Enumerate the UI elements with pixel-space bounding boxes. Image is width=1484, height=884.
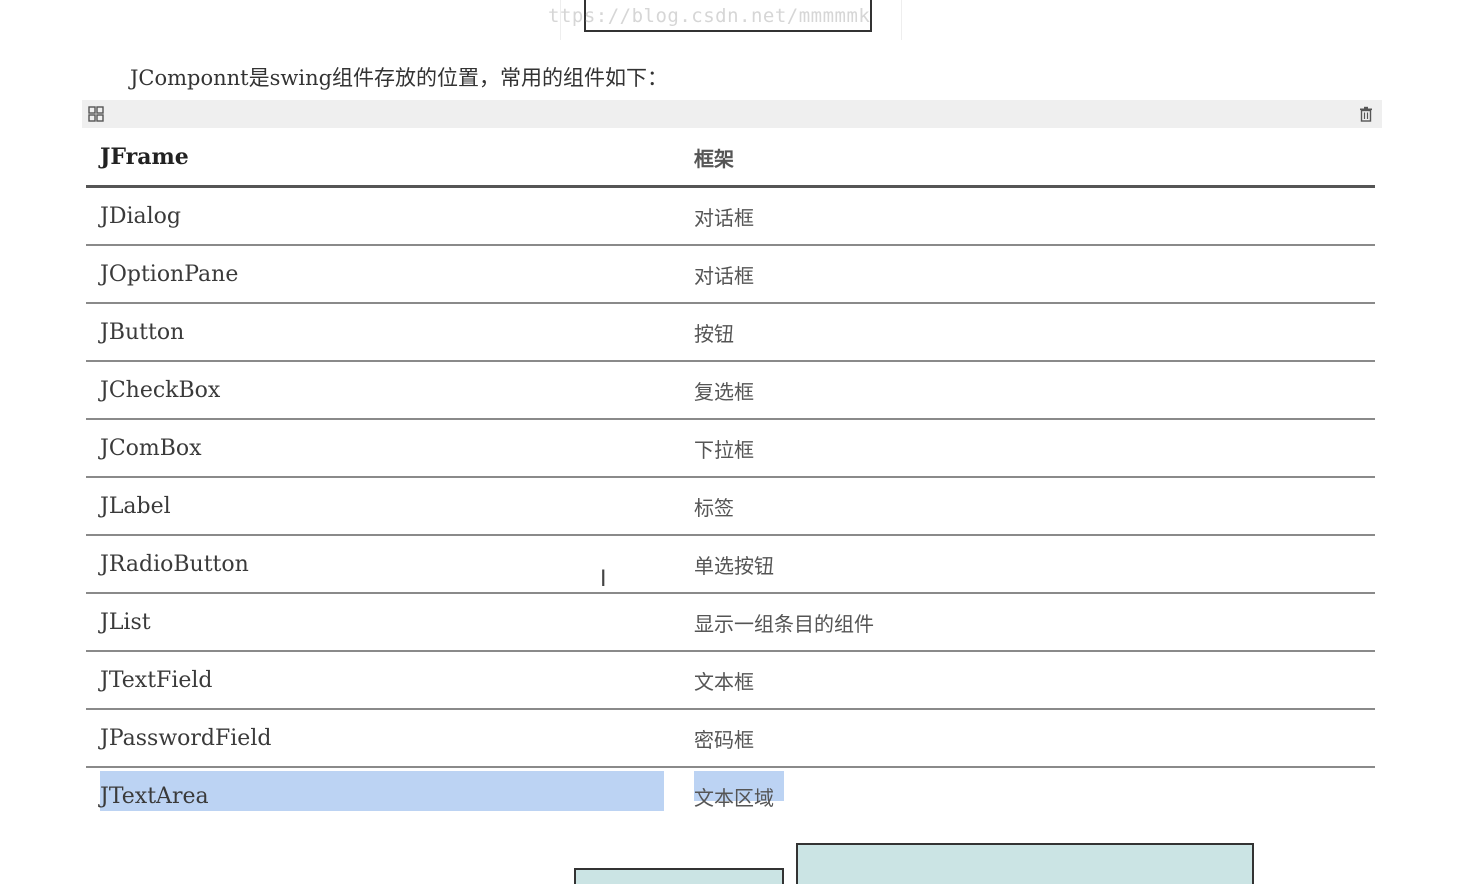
table-row: JLabel 标签 bbox=[86, 477, 1375, 536]
cell-desc[interactable]: 文本区域 bbox=[680, 767, 1375, 824]
cell-name[interactable]: JTextArea bbox=[86, 767, 680, 824]
cell-desc[interactable]: 下拉框 bbox=[680, 419, 1375, 478]
cell-desc[interactable]: 单选按钮 bbox=[680, 535, 1375, 594]
cell-desc[interactable]: 文本框 bbox=[680, 651, 1375, 710]
table-row: JTextField 文本框 bbox=[86, 651, 1375, 710]
cell-desc[interactable]: 按钮 bbox=[680, 303, 1375, 362]
table-row: JOptionPane 对话框 bbox=[86, 245, 1375, 304]
cell-desc[interactable]: 复选框 bbox=[680, 361, 1375, 420]
diagram-box-large bbox=[796, 843, 1254, 884]
table-row: JRadioButton 单选按钮 bbox=[86, 535, 1375, 594]
document-page: ttps://blog.csdn.net/mmmmmk JComponnt是sw… bbox=[0, 0, 1484, 884]
cell-desc[interactable]: 显示一组条目的组件 bbox=[680, 593, 1375, 652]
cell-name[interactable]: JList bbox=[86, 593, 680, 652]
grid-icon[interactable] bbox=[88, 106, 104, 122]
diagram-box-small bbox=[574, 868, 784, 884]
table-row: JList 显示一组条目的组件 bbox=[86, 593, 1375, 652]
cell-name[interactable]: JTextField bbox=[86, 651, 680, 710]
table-toolbar bbox=[82, 100, 1382, 128]
text-cursor-icon: I bbox=[600, 567, 607, 592]
header-cell-name[interactable]: JFrame bbox=[86, 129, 680, 188]
trash-icon[interactable] bbox=[1358, 106, 1374, 122]
cell-name[interactable]: JCheckBox bbox=[86, 361, 680, 420]
cell-name[interactable]: JDialog bbox=[86, 186, 680, 246]
cell-name[interactable]: JRadioButton bbox=[86, 535, 680, 594]
cell-name[interactable]: JComBox bbox=[86, 419, 680, 478]
table-header-row: JFrame 框架 bbox=[86, 129, 1375, 188]
cell-desc[interactable]: 对话框 bbox=[680, 186, 1375, 246]
cell-desc[interactable]: 标签 bbox=[680, 477, 1375, 536]
table-row: JCheckBox 复选框 bbox=[86, 361, 1375, 420]
table-row: JButton 按钮 bbox=[86, 303, 1375, 362]
table-row: JDialog 对话框 bbox=[86, 186, 1375, 246]
watermark: ttps://blog.csdn.net/mmmmmk bbox=[548, 5, 871, 27]
table-row-selected: JTextArea 文本区域 bbox=[86, 767, 1375, 824]
cell-name[interactable]: JButton bbox=[86, 303, 680, 362]
table-row: JPasswordField 密码框 bbox=[86, 709, 1375, 768]
cell-desc[interactable]: 对话框 bbox=[680, 245, 1375, 304]
table-row: JComBox 下拉框 bbox=[86, 419, 1375, 478]
cell-name[interactable]: JOptionPane bbox=[86, 245, 680, 304]
header-cell-desc[interactable]: 框架 bbox=[680, 129, 1375, 188]
cell-name[interactable]: JLabel bbox=[86, 477, 680, 536]
intro-paragraph[interactable]: JComponnt是swing组件存放的位置，常用的组件如下： bbox=[130, 62, 668, 92]
cell-desc[interactable]: 密码框 bbox=[680, 709, 1375, 768]
cell-name[interactable]: JPasswordField bbox=[86, 709, 680, 768]
components-table: JFrame 框架 JDialog 对话框 JOptionPane 对话框 JB… bbox=[86, 129, 1375, 824]
